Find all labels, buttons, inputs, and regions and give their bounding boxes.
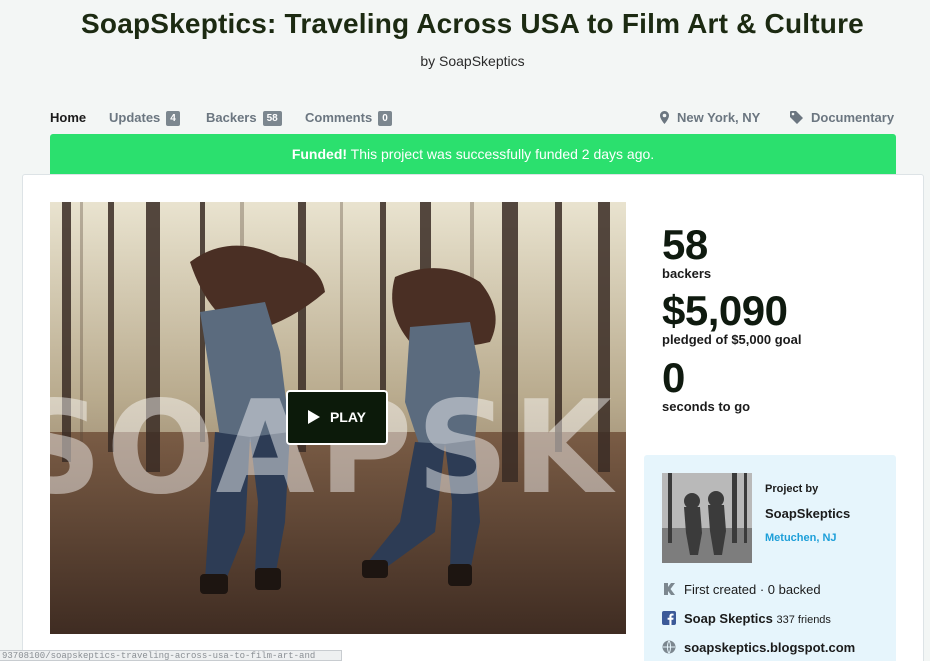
creator-history: First created · 0 backed xyxy=(662,582,821,597)
facebook-icon xyxy=(662,611,676,625)
creator-website[interactable]: soapskeptics.blogspot.com xyxy=(662,640,855,655)
play-icon xyxy=(307,410,320,424)
funded-text: This project was successfully funded 2 d… xyxy=(347,146,655,162)
creator-avatar-image xyxy=(662,473,752,563)
tab-comments[interactable]: Comments 0 xyxy=(305,110,392,126)
tab-backers-label: Backers xyxy=(206,110,257,125)
location-link[interactable]: New York, NY xyxy=(660,110,760,125)
play-label: PLAY xyxy=(329,409,367,425)
backers-count: 58 xyxy=(662,221,708,268)
facebook-name: Soap Skeptics xyxy=(684,611,773,626)
browser-status-bar: 93708100/soapskeptics-traveling-across-u… xyxy=(0,650,342,661)
tag-icon xyxy=(790,111,803,124)
pledged-amount: $5,090 xyxy=(662,287,788,334)
updates-count-badge: 4 xyxy=(166,111,180,126)
website-link: soapskeptics.blogspot.com xyxy=(684,640,856,655)
creator-avatar[interactable] xyxy=(662,473,752,563)
project-title: SoapSkeptics: Traveling Across USA to Fi… xyxy=(81,8,864,39)
kickstarter-k-icon xyxy=(664,583,675,595)
creator-location-link[interactable]: Metuchen, NJ xyxy=(765,532,837,544)
backers-label: backers xyxy=(662,266,712,281)
location-label: New York, NY xyxy=(677,110,761,125)
tab-comments-label: Comments xyxy=(305,110,373,125)
pledged-label: pledged of $5,000 goal xyxy=(662,332,802,347)
facebook-friends: 337 friends xyxy=(776,614,831,626)
project-video[interactable]: SOAPSKEPTIC PLAY xyxy=(50,202,626,634)
tab-updates-label: Updates xyxy=(109,110,161,125)
globe-icon xyxy=(662,640,676,654)
project-nav: Home Updates 4 Backers 58 Comments 0 New Yo… xyxy=(50,108,896,128)
play-button[interactable]: PLAY xyxy=(286,390,388,445)
project-by-label: Project by xyxy=(765,483,819,495)
tab-backers[interactable]: Backers 58 xyxy=(206,110,282,126)
comments-count-badge: 0 xyxy=(378,111,392,126)
funded-banner: Funded! This project was successfully fu… xyxy=(50,134,896,174)
creator-history-text: First created · 0 backed xyxy=(684,582,821,597)
map-pin-icon xyxy=(660,111,669,124)
tab-home[interactable]: Home xyxy=(50,110,86,125)
project-byline[interactable]: by SoapSkeptics xyxy=(0,53,930,69)
creator-facebook[interactable]: Soap Skeptics 337 friends xyxy=(662,611,831,626)
tab-updates[interactable]: Updates 4 xyxy=(109,110,180,126)
time-remaining: 0 xyxy=(662,354,685,401)
creator-name-link[interactable]: SoapSkeptics xyxy=(765,506,850,521)
time-label: seconds to go xyxy=(662,399,751,414)
funded-strong: Funded! xyxy=(291,146,348,162)
backers-count-badge: 58 xyxy=(262,111,282,126)
category-link[interactable]: Documentary xyxy=(790,110,894,125)
category-label: Documentary xyxy=(811,110,895,125)
